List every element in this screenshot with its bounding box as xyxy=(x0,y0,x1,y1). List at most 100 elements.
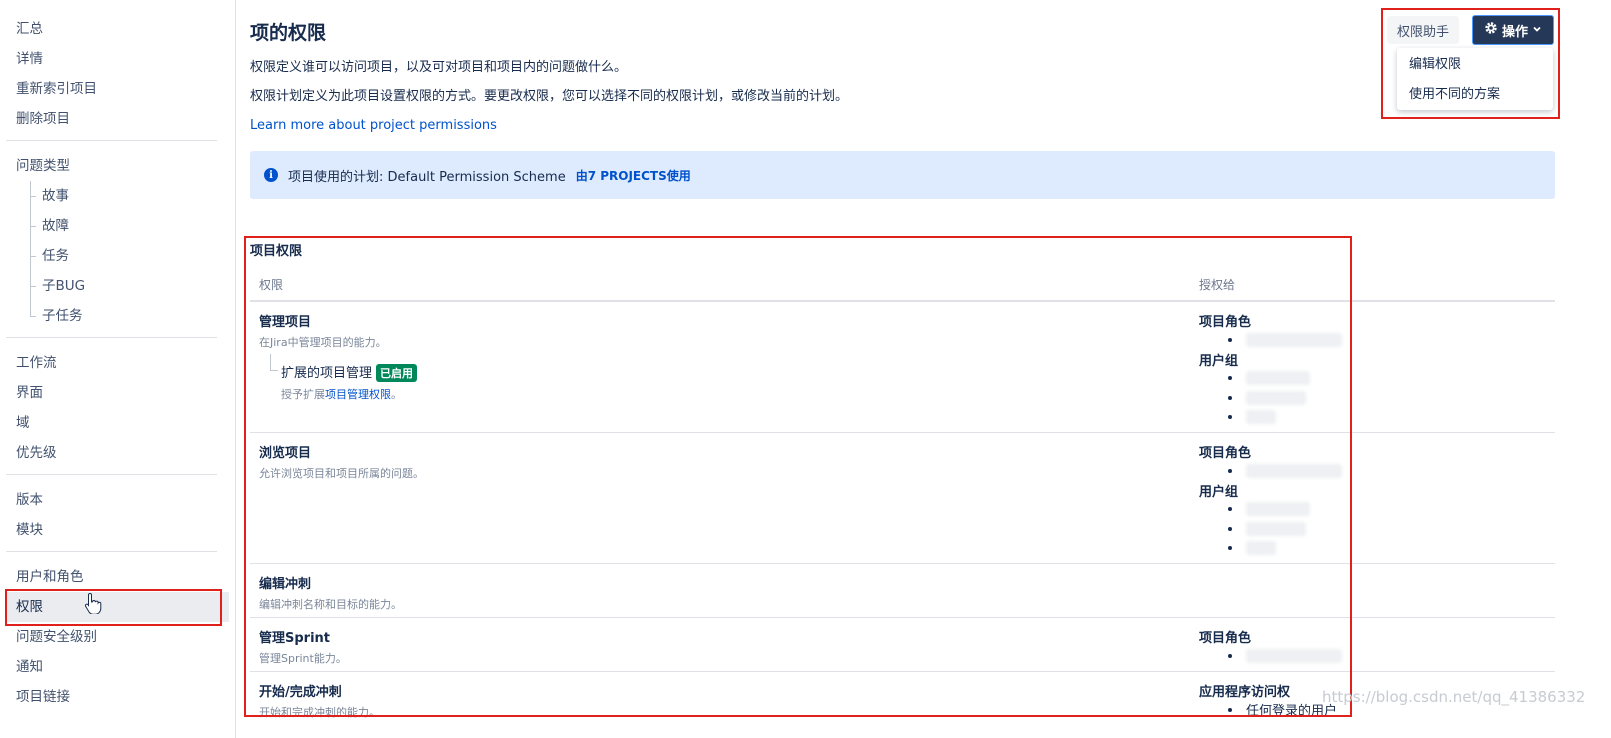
sidebar-item-project-links[interactable]: 项目链接 xyxy=(6,682,229,712)
page-description-1: 权限定义谁可以访问项目，以及可对项目和项目内的问题做什么。 xyxy=(250,60,628,75)
sidebar-item-components[interactable]: 模块 xyxy=(6,515,229,545)
permission-name: 开始/完成冲刺 xyxy=(259,685,342,700)
projects-using-link[interactable]: 由7 PROJECTS使用 xyxy=(576,167,691,184)
sidebar-divider xyxy=(6,337,217,338)
permission-cell: 管理Sprint 管理Sprint能力。 xyxy=(250,618,1190,671)
sidebar: 汇总 详情 重新索引项目 删除项目 问题类型 故事 故障 任务 子BUG 子任务… xyxy=(0,0,236,738)
grant-heading-user-group: 用户组 xyxy=(1199,353,1239,369)
redacted-value xyxy=(1246,371,1310,386)
scheme-info-text: 项目使用的计划: Default Permission Scheme xyxy=(288,169,566,185)
column-header-granted-to: 授权给 xyxy=(1199,277,1236,292)
sidebar-item-bug[interactable]: 故障 xyxy=(6,211,229,241)
grant-heading-project-role: 项目角色 xyxy=(1199,446,1252,461)
redacted-value xyxy=(1246,648,1342,663)
granted-cell: 项目角色 用户组 xyxy=(1190,433,1490,563)
list-item xyxy=(1199,461,1490,481)
permission-name: 管理项目 xyxy=(259,315,312,330)
sidebar-item-issue-security[interactable]: 问题安全级别 xyxy=(6,622,229,652)
granted-cell xyxy=(1190,564,1490,617)
actions-button[interactable]: 操作 xyxy=(1472,15,1554,45)
gear-icon xyxy=(1484,21,1498,39)
enabled-badge: 已启用 xyxy=(376,364,418,382)
sidebar-item-fields[interactable]: 域 xyxy=(6,408,229,438)
redacted-value xyxy=(1246,463,1342,478)
actions-button-label: 操作 xyxy=(1501,24,1528,40)
sidebar-item-subtask[interactable]: 子任务 xyxy=(6,301,229,331)
granted-cell: 项目角色 xyxy=(1190,618,1490,671)
permission-cell: 开始/完成冲刺 开始和完成冲刺的能力。 xyxy=(250,672,1190,726)
sidebar-group-workflow: 工作流 界面 域 优先级 xyxy=(0,348,235,468)
table-row: 浏览项目 允许浏览项目和项目所属的问题。 项目角色 用户组 xyxy=(250,433,1555,564)
bullet xyxy=(1228,468,1232,473)
chevron-down-icon xyxy=(1532,23,1542,38)
learn-more-link[interactable]: Learn more about project permissions xyxy=(250,118,497,133)
menu-item-use-different-scheme[interactable]: 使用不同的方案 xyxy=(1397,80,1553,110)
sidebar-group-issue-types: 问题类型 故事 故障 任务 子BUG 子任务 xyxy=(0,151,235,331)
page-title: 项的权限 xyxy=(250,22,327,44)
list-item xyxy=(1199,539,1490,559)
sidebar-item-permissions[interactable]: 权限 xyxy=(6,592,229,622)
permission-helper-button[interactable]: 权限助手 xyxy=(1387,16,1460,44)
table-row: 编辑冲刺 编辑冲刺名称和目标的能力。 xyxy=(250,564,1555,618)
main-content: 项的权限 权限定义谁可以访问项目，以及可对项目和项目内的问题做什么。 权限计划定… xyxy=(244,0,1611,738)
table-header: 权限 授权给 xyxy=(250,268,1555,302)
sidebar-item-sub-bug[interactable]: 子BUG xyxy=(6,271,229,301)
sidebar-item-priorities[interactable]: 优先级 xyxy=(6,438,229,468)
table-row: 管理Sprint 管理Sprint能力。 项目角色 xyxy=(250,618,1555,672)
redacted-value xyxy=(1246,410,1276,425)
watermark: https://blog.csdn.net/qq_41386332 xyxy=(1322,688,1586,706)
permission-cell: 浏览项目 允许浏览项目和项目所属的问题。 xyxy=(250,433,1190,563)
sidebar-item-users-roles[interactable]: 用户和角色 xyxy=(6,562,229,592)
sidebar-group-users: 用户和角色 权限 问题安全级别 通知 项目链接 xyxy=(0,562,235,712)
sidebar-item-task[interactable]: 任务 xyxy=(6,241,229,271)
sub-desc-suffix: 。 xyxy=(391,388,402,401)
list-item xyxy=(1199,330,1490,350)
list-item xyxy=(1199,519,1490,539)
granted-cell: 项目角色 用户组 xyxy=(1190,302,1490,432)
menu-item-edit-permissions[interactable]: 编辑权限 xyxy=(1397,50,1553,80)
list-item xyxy=(1199,646,1490,666)
sidebar-item-details[interactable]: 详情 xyxy=(6,44,229,74)
sidebar-item-reindex[interactable]: 重新索引项目 xyxy=(6,74,229,104)
bullet xyxy=(1228,546,1232,551)
redacted-value xyxy=(1246,332,1342,347)
list-item xyxy=(1199,408,1490,428)
bullet xyxy=(1228,395,1232,400)
sidebar-item-notifications[interactable]: 通知 xyxy=(6,652,229,682)
sub-permission-description: 授予扩展项目管理权限。 xyxy=(281,386,1190,402)
permission-name: 编辑冲刺 xyxy=(259,577,312,592)
sidebar-item-versions[interactable]: 版本 xyxy=(6,485,229,515)
bullet xyxy=(1228,415,1232,420)
permission-description: 编辑冲刺名称和目标的能力。 xyxy=(259,598,402,611)
sub-permission-name: 扩展的项目管理 xyxy=(281,366,373,381)
list-item xyxy=(1199,369,1490,389)
sidebar-item-story[interactable]: 故事 xyxy=(6,181,229,211)
sidebar-item-issue-types[interactable]: 问题类型 xyxy=(6,151,229,181)
sub-permission: 扩展的项目管理 已启用 xyxy=(270,354,1190,382)
redacted-value xyxy=(1246,521,1306,536)
permission-description: 开始和完成冲刺的能力。 xyxy=(259,706,380,719)
section-title: 项目权限 xyxy=(250,244,303,259)
grant-heading-project-role: 项目角色 xyxy=(1199,315,1252,330)
redacted-value xyxy=(1246,390,1306,405)
list-item xyxy=(1199,500,1490,520)
bullet xyxy=(1228,337,1232,342)
list-item xyxy=(1199,388,1490,408)
redacted-value xyxy=(1246,541,1276,556)
info-icon: i xyxy=(264,168,278,182)
grant-heading-user-group: 用户组 xyxy=(1199,484,1239,500)
hand-cursor-icon xyxy=(84,592,102,619)
redacted-value xyxy=(1246,502,1310,517)
bullet xyxy=(1228,653,1232,658)
sidebar-item-summary[interactable]: 汇总 xyxy=(6,14,229,44)
permission-description: 在Jira中管理项目的能力。 xyxy=(259,336,387,349)
sidebar-item-workflow[interactable]: 工作流 xyxy=(6,348,229,378)
column-header-permission: 权限 xyxy=(259,277,284,292)
sidebar-item-delete-project[interactable]: 删除项目 xyxy=(6,104,229,134)
sidebar-item-screens[interactable]: 界面 xyxy=(6,378,229,408)
grant-heading-project-role: 项目角色 xyxy=(1199,631,1252,646)
permission-name: 管理Sprint xyxy=(259,631,331,646)
bullet xyxy=(1228,707,1232,712)
sidebar-divider xyxy=(6,140,217,141)
project-admin-permission-link[interactable]: 项目管理权限 xyxy=(325,388,391,401)
